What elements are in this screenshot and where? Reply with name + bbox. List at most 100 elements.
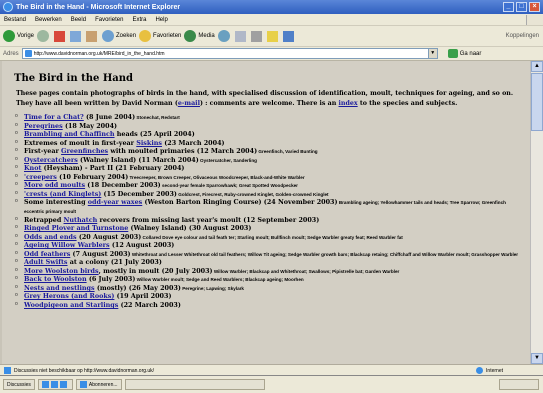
discuss-button[interactable] bbox=[282, 30, 296, 42]
address-input[interactable]: http://www.davidnorman.org.uk/MRE/bird_i… bbox=[21, 48, 429, 59]
vertical-scrollbar[interactable]: ▲ ▼ bbox=[530, 61, 543, 364]
menu-bar: Bestand Bewerken Beeld Favorieten Extra … bbox=[0, 14, 543, 26]
history-button[interactable] bbox=[217, 30, 232, 42]
go-button[interactable]: Ga naar bbox=[447, 49, 481, 58]
item-link[interactable]: 'crests (and Kinglets) bbox=[24, 190, 101, 198]
search-icon bbox=[102, 30, 115, 42]
ie-logo-icon bbox=[3, 2, 13, 12]
forward-button[interactable] bbox=[37, 30, 51, 42]
item-link[interactable]: Greenfinches bbox=[61, 147, 108, 155]
maximize-button[interactable]: □ bbox=[516, 2, 527, 12]
item-date: (Walney Island) (30 August 2003) bbox=[128, 224, 252, 233]
subscribe-icon bbox=[79, 381, 87, 388]
back-arrow-icon bbox=[3, 30, 15, 42]
status-text: Discussies niet beschikbaar op http://ww… bbox=[14, 367, 155, 374]
item-link[interactable]: Siskins bbox=[136, 139, 162, 147]
item-link[interactable]: Peregrines bbox=[24, 122, 63, 130]
item-link[interactable]: More Woolston birds bbox=[24, 267, 99, 275]
zone-label: Internet bbox=[486, 367, 503, 374]
menu-favorites[interactable]: Favorieten bbox=[95, 17, 123, 23]
item-link[interactable]: Ringed Plover and Turnstone bbox=[24, 224, 128, 232]
page-title: The Bird in the Hand bbox=[14, 73, 134, 84]
scroll-down-button[interactable]: ▼ bbox=[531, 353, 543, 364]
item-note: Whitethroat and Lesser Whitethroat old t… bbox=[130, 251, 519, 257]
item-link[interactable]: More odd moults bbox=[24, 181, 85, 189]
item-link[interactable]: Oystercatchers bbox=[24, 156, 78, 164]
address-dropdown-button[interactable]: ▼ bbox=[428, 48, 438, 59]
item-note: Oystercatcher, Sanderling bbox=[198, 157, 257, 163]
forward-arrow-icon bbox=[37, 30, 50, 42]
list-item: Grey Herons (and Rooks) (19 April 2003) bbox=[15, 292, 524, 301]
home-button[interactable] bbox=[86, 30, 99, 42]
scroll-up-button[interactable]: ▲ bbox=[531, 61, 543, 72]
links-label[interactable]: Koppelingen bbox=[506, 33, 539, 39]
item-link[interactable]: Woodpigeon and Starlings bbox=[24, 301, 118, 309]
item-date: (18 May 2004) bbox=[62, 121, 118, 130]
item-date: (10 February 2004) bbox=[56, 172, 129, 181]
menu-file[interactable]: Bestand bbox=[4, 17, 26, 23]
stop-icon bbox=[54, 30, 66, 42]
email-link[interactable]: e-mail bbox=[178, 100, 200, 107]
item-date: (Heysham) - Part II (21 February 2004) bbox=[41, 164, 185, 173]
close-button[interactable]: × bbox=[529, 2, 540, 12]
index-link[interactable]: index bbox=[339, 100, 358, 107]
menu-view[interactable]: Beeld bbox=[71, 17, 86, 23]
item-note: Willow Warbler moult; Sedge and Reed War… bbox=[135, 277, 304, 283]
list-item: 'creepers (10 February 2004) Treecreeper… bbox=[15, 172, 524, 182]
item-link[interactable]: Nuthatch bbox=[64, 216, 98, 224]
list-item: Oystercatchers (Walney Island) (11 March… bbox=[15, 156, 524, 165]
refresh-button[interactable] bbox=[70, 30, 83, 42]
item-link[interactable]: Knot bbox=[24, 164, 41, 172]
title-bar: The Bird in the Hand - Microsoft Interne… bbox=[0, 0, 543, 14]
back-button[interactable]: Vorige bbox=[3, 30, 34, 42]
edit-button[interactable] bbox=[266, 30, 280, 42]
window-title: The Bird in the Hand - Microsoft Interne… bbox=[16, 3, 181, 11]
discuss-tools[interactable] bbox=[37, 379, 73, 390]
item-date: with moulted primaries (12 March 2004) bbox=[108, 147, 258, 156]
scroll-thumb[interactable] bbox=[531, 73, 543, 131]
list-item: 'crests (and Kinglets) (15 December 2003… bbox=[15, 190, 524, 199]
list-item: Extremes of moult in first-year Siskins … bbox=[15, 139, 524, 148]
item-prefix: Some interesting bbox=[24, 198, 88, 207]
print-button[interactable] bbox=[250, 30, 264, 42]
item-date: (19 April 2003) bbox=[114, 292, 172, 301]
item-note: Greenfinch, Varied Bunting bbox=[257, 149, 318, 155]
address-bar: Adres http://www.davidnorman.org.uk/MRE/… bbox=[0, 47, 543, 61]
item-link[interactable]: Odd feathers bbox=[24, 250, 70, 258]
refresh-icon bbox=[70, 30, 82, 42]
discussions-button[interactable]: Discussies bbox=[3, 379, 35, 390]
item-note: Collared Dove eye colour and tail feath … bbox=[141, 234, 403, 240]
item-link[interactable]: Time for a Chat? bbox=[24, 113, 84, 121]
item-date: (20 August 2003) bbox=[76, 232, 142, 241]
edit-icon bbox=[266, 30, 278, 42]
item-date: (mostly) (26 May 2003) bbox=[94, 283, 181, 292]
menu-tools[interactable]: Extra bbox=[132, 17, 146, 23]
list-item: Retrapped Nuthatch recovers from missing… bbox=[15, 216, 524, 225]
item-date: (7 August 2003) bbox=[70, 249, 131, 258]
item-link[interactable]: Grey Herons (and Rooks) bbox=[24, 292, 114, 300]
menu-help[interactable]: Help bbox=[155, 17, 167, 23]
window-controls: _ □ × bbox=[503, 2, 540, 12]
item-link[interactable]: odd-year waxes bbox=[88, 198, 142, 206]
stop-button[interactable] bbox=[54, 30, 67, 42]
intro-paragraph: These pages contain photographs of birds… bbox=[16, 89, 521, 109]
mail-button[interactable] bbox=[234, 30, 248, 42]
list-item: First-year Greenfinches with moulted pri… bbox=[15, 147, 524, 156]
item-link[interactable]: Nests and nestlings bbox=[24, 284, 95, 292]
search-button[interactable]: Zoeken bbox=[102, 30, 136, 42]
item-link[interactable]: Brambling and Chaffinch bbox=[24, 130, 115, 138]
reply-icon bbox=[50, 381, 58, 388]
media-button[interactable]: Media bbox=[184, 30, 215, 42]
item-link[interactable]: Ageing Willow Warblers bbox=[24, 241, 110, 249]
favorites-button[interactable]: Favorieten bbox=[139, 30, 181, 42]
item-link[interactable]: Adult Swifts bbox=[24, 258, 68, 266]
item-link[interactable]: Back to Woolston bbox=[24, 275, 87, 283]
subscribe-button[interactable]: Abonneren... bbox=[75, 379, 122, 390]
go-arrow-icon bbox=[447, 49, 458, 58]
minimize-button[interactable]: _ bbox=[503, 2, 514, 12]
search-label: Zoeken bbox=[116, 33, 137, 39]
item-link[interactable]: 'creepers bbox=[24, 173, 57, 181]
item-link[interactable]: Odds and ends bbox=[24, 233, 77, 241]
list-item: Ageing Willow Warblers (12 August 2003) bbox=[15, 241, 524, 250]
menu-edit[interactable]: Bewerken bbox=[35, 17, 62, 23]
